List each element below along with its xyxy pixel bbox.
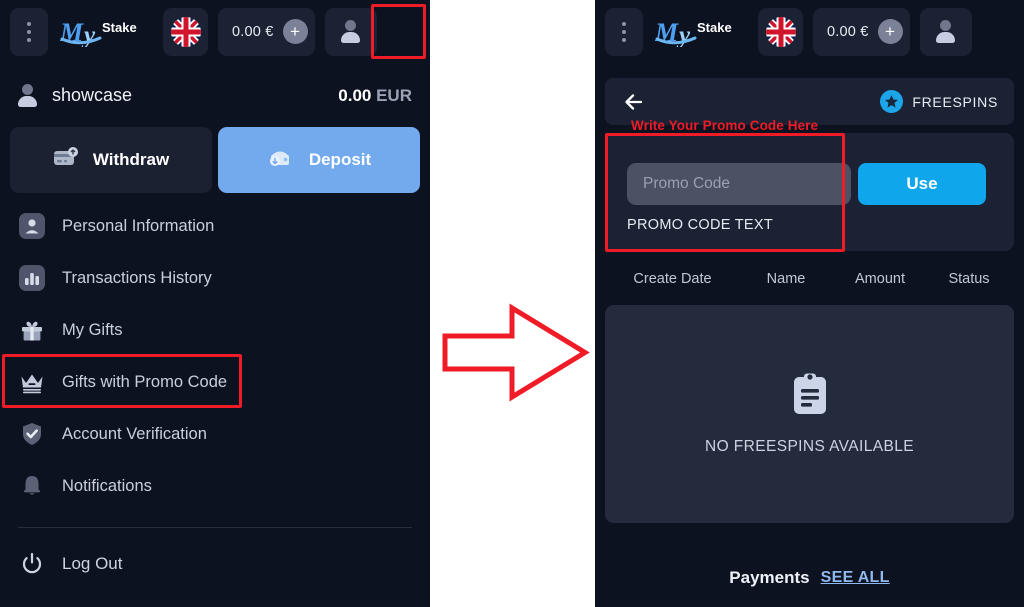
freespins-badge: FREESPINS xyxy=(880,90,998,113)
payments-label: Payments xyxy=(729,568,810,587)
avatar-body xyxy=(341,32,361,44)
add-funds-button[interactable]: + xyxy=(877,19,903,44)
column-header-create-date: Create Date xyxy=(633,271,712,287)
deposit-button[interactable]: Deposit xyxy=(218,127,420,193)
three-dots-icon[interactable] xyxy=(10,7,48,56)
avatar-head xyxy=(22,83,33,95)
user-avatar-icon xyxy=(341,19,361,44)
balance-amount: 0.00 € xyxy=(232,23,274,40)
payments-footer: Payments SEE ALL xyxy=(595,568,1024,588)
logout-button[interactable]: Log Out xyxy=(0,543,430,585)
account-action-buttons: Withdraw Deposit xyxy=(10,127,420,193)
right-panel-promo-code: M y Stake 0.00 € + FREESPINS Promo Code … xyxy=(595,0,1024,607)
column-header-amount: Amount xyxy=(855,271,905,287)
menu-label: Transactions History xyxy=(62,268,212,287)
arrow-left-icon[interactable] xyxy=(621,89,647,115)
left-top-bar: M y Stake 0.00 € + xyxy=(0,0,430,63)
withdraw-button[interactable]: Withdraw xyxy=(10,127,212,193)
menu-label: Account Verification xyxy=(62,424,207,443)
card-icon xyxy=(53,146,79,174)
three-dots-icon[interactable] xyxy=(605,7,643,56)
avatar-body xyxy=(18,96,37,108)
menu-item-gifts-with-promo-code[interactable]: Gifts with Promo Code xyxy=(0,356,430,408)
power-icon xyxy=(18,550,46,578)
account-balance: 0.00 EUR xyxy=(338,86,412,106)
mystake-logo[interactable]: M y Stake xyxy=(58,8,153,56)
shield-check-icon xyxy=(18,420,46,448)
annotation-write-promo-code: Write Your Promo Code Here xyxy=(631,118,819,133)
menu-label: Notifications xyxy=(62,476,152,495)
user-avatar-icon xyxy=(18,83,37,108)
mystake-logo[interactable]: M y Stake xyxy=(653,8,748,56)
balance-amount: 0.00 € xyxy=(827,23,869,40)
deposit-label: Deposit xyxy=(308,150,372,169)
bar-chart-icon xyxy=(18,264,46,292)
screenshot-stage: M y Stake 0.00 € + showcase 0.00 EUR Wit… xyxy=(0,0,1024,607)
star-icon xyxy=(880,90,904,113)
withdraw-label: Withdraw xyxy=(92,150,170,169)
dot xyxy=(27,21,31,26)
dot xyxy=(622,37,626,42)
see-all-link[interactable]: SEE ALL xyxy=(821,569,890,587)
uk-flag-icon[interactable] xyxy=(163,7,208,56)
logout-label: Log Out xyxy=(62,554,123,573)
dot xyxy=(622,21,626,26)
menu-item-notifications[interactable]: Notifications xyxy=(0,460,430,512)
menu-item-account-verification[interactable]: Account Verification xyxy=(0,408,430,460)
uk-flag-icon[interactable] xyxy=(758,7,803,56)
avatar-head xyxy=(940,19,952,31)
account-balance-currency: EUR xyxy=(376,85,412,105)
svg-text:Stake: Stake xyxy=(697,20,732,35)
profile-button[interactable] xyxy=(919,7,972,56)
use-promo-button[interactable]: Use xyxy=(858,163,986,205)
promo-code-input[interactable] xyxy=(627,163,851,205)
empty-state-card: NO FREESPINS AVAILABLE xyxy=(605,305,1014,523)
gifts-table-header: Create Date Name Amount Status xyxy=(605,265,1014,293)
promo-code-text-label: PROMO CODE TEXT xyxy=(627,217,774,233)
account-balance-amount: 0.00 xyxy=(338,85,372,105)
user-avatar-icon xyxy=(936,19,956,44)
svg-text:Stake: Stake xyxy=(102,20,137,35)
person-icon xyxy=(18,212,46,240)
menu-label: Personal Information xyxy=(62,216,215,235)
empty-state-message: NO FREESPINS AVAILABLE xyxy=(705,438,914,455)
column-header-status: Status xyxy=(948,271,990,287)
freespins-label: FREESPINS xyxy=(912,93,998,110)
menu-item-transactions-history[interactable]: Transactions History xyxy=(0,252,430,304)
right-top-bar: M y Stake 0.00 € + xyxy=(595,0,1024,63)
menu-item-my-gifts[interactable]: My Gifts xyxy=(0,304,430,356)
add-funds-button[interactable]: + xyxy=(282,19,308,44)
promo-code-card: PROMO CODE TEXT Use xyxy=(605,133,1014,251)
wallet-icon xyxy=(267,146,295,175)
column-header-name: Name xyxy=(766,271,806,287)
flag-circle xyxy=(765,16,796,47)
profile-button[interactable] xyxy=(324,7,377,56)
account-username: showcase xyxy=(52,85,133,105)
account-summary-row: showcase 0.00 EUR xyxy=(0,72,430,119)
dot xyxy=(622,29,626,34)
dot xyxy=(27,37,31,42)
menu-divider xyxy=(18,527,412,528)
flag-circle xyxy=(170,16,201,47)
clipboard-icon xyxy=(790,372,830,421)
gift-icon xyxy=(18,316,46,344)
dot xyxy=(27,29,31,34)
left-panel-account-menu: M y Stake 0.00 € + showcase 0.00 EUR Wit… xyxy=(0,0,430,607)
right-arrow-annotation xyxy=(440,300,590,405)
balance-chip[interactable]: 0.00 € + xyxy=(813,7,910,56)
menu-item-personal-information[interactable]: Personal Information xyxy=(0,200,430,252)
crown-icon xyxy=(18,368,46,396)
menu-label: Gifts with Promo Code xyxy=(62,372,228,391)
bell-icon xyxy=(18,472,46,500)
avatar-body xyxy=(936,32,956,44)
menu-label: My Gifts xyxy=(62,320,123,339)
balance-chip[interactable]: 0.00 € + xyxy=(218,7,315,56)
avatar-head xyxy=(345,19,357,31)
account-menu-list: Personal Information Transactions Histor… xyxy=(0,200,430,512)
